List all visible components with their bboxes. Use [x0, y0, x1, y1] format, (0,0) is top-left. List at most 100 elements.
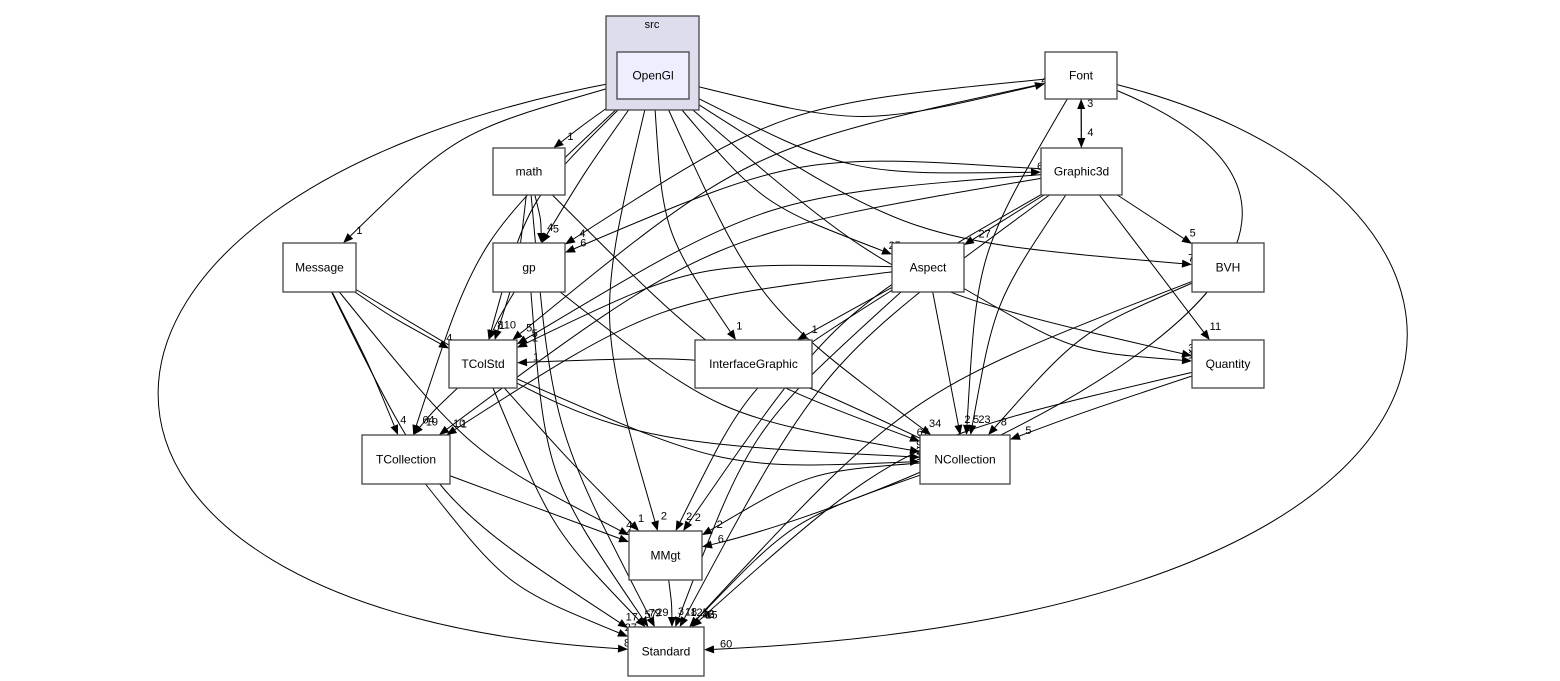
- edge-opengl-quantity[interactable]: 3: [679, 98, 1194, 358]
- node-mmgt[interactable]: MMgt: [628, 530, 703, 581]
- node-bvh[interactable]: BVH: [1191, 242, 1265, 293]
- node-font[interactable]: Font: [1044, 51, 1118, 100]
- edge-line: [672, 98, 883, 252]
- edge-label[interactable]: 3: [1087, 98, 1093, 110]
- edge-label[interactable]: 19: [426, 416, 438, 428]
- edge-opengl-interfacegraphic[interactable]: 1: [653, 98, 742, 340]
- arrowhead-icon: [390, 424, 399, 435]
- node-tcollection[interactable]: TCollection: [361, 434, 451, 485]
- edge-opengl-tcolstd[interactable]: 8: [487, 98, 630, 340]
- edge-ncollection-mmgt[interactable]: 2: [702, 462, 921, 536]
- edge-label[interactable]: 6: [580, 238, 586, 250]
- edge-quantity-ncollection[interactable]: 5: [1010, 375, 1193, 440]
- directory-dependency-graph: 4611512578136434287434556606275115102321…: [157, 15, 1408, 677]
- edge-opengl-font[interactable]: 4: [688, 75, 1047, 117]
- edge-label[interactable]: 4: [1087, 127, 1093, 139]
- edge-label[interactable]: 1: [356, 225, 362, 237]
- node-aspect[interactable]: Aspect: [891, 242, 965, 293]
- node-math[interactable]: math: [492, 147, 566, 196]
- edge-label[interactable]: 5: [1025, 425, 1031, 437]
- edge-graphic3d-tcollection[interactable]: 10: [439, 177, 1042, 435]
- arrowhead-icon: [565, 245, 576, 253]
- edge-aspect-quantity[interactable]: 13: [963, 288, 1200, 365]
- edge-tcolstd-ncollection[interactable]: 1: [516, 378, 922, 466]
- node-message[interactable]: Message: [282, 242, 357, 293]
- edge-label[interactable]: 2: [717, 519, 723, 531]
- node-graphic3d[interactable]: Graphic3d: [1040, 147, 1123, 196]
- node-tcolstd[interactable]: TColStd: [448, 339, 518, 389]
- node-interfacegraphic[interactable]: InterfaceGraphic: [694, 339, 813, 389]
- edge-tcolstd-tcollection[interactable]: 19: [413, 387, 458, 435]
- edge-opengl-graphic3d[interactable]: 61: [688, 93, 1049, 177]
- edge-label[interactable]: 5: [1190, 227, 1196, 239]
- node-standard[interactable]: Standard: [627, 626, 705, 677]
- edge-label[interactable]: 60: [720, 638, 732, 650]
- arrowhead-icon: [667, 616, 676, 627]
- edge-line: [683, 194, 1050, 619]
- edge-line: [355, 289, 911, 458]
- node-label: OpenGl: [632, 69, 673, 83]
- edge-label[interactable]: 4: [547, 222, 553, 234]
- node-label: TCollection: [376, 453, 436, 467]
- edge-label[interactable]: 11: [1210, 321, 1221, 333]
- edge-line: [698, 371, 1193, 621]
- edge-label[interactable]: 4: [400, 415, 406, 427]
- node-quantity[interactable]: Quantity: [1191, 339, 1265, 389]
- edge-gp-tcolstd[interactable]: 1: [488, 291, 515, 340]
- node-ncollection[interactable]: NCollection: [919, 434, 1011, 485]
- node-opengl[interactable]: OpenGl: [616, 51, 690, 100]
- arrowhead-icon: [512, 330, 523, 340]
- edge-label[interactable]: 2: [686, 511, 692, 523]
- edge-tcollection-standard[interactable]: 27: [425, 483, 637, 637]
- edge-label[interactable]: 2: [695, 512, 701, 524]
- arrowhead-icon: [1077, 99, 1086, 110]
- edge-label[interactable]: 18: [685, 607, 697, 619]
- edge-label[interactable]: 5: [553, 223, 559, 235]
- node-label: Font: [1069, 69, 1094, 83]
- edge-tcollection-mmgt[interactable]: 4: [449, 475, 632, 543]
- edge-line: [994, 282, 1193, 428]
- edge-quantity-standard[interactable]: 15: [691, 371, 1193, 627]
- edge-ncollection-standard[interactable]: 46: [689, 474, 921, 627]
- edge-label[interactable]: 2: [661, 510, 667, 522]
- arrowhead-icon: [651, 520, 659, 531]
- edge-graphic3d-bvh[interactable]: 5: [1117, 194, 1196, 244]
- edge-label[interactable]: 27: [978, 229, 990, 241]
- edge-label[interactable]: 3: [678, 606, 684, 618]
- edge-label[interactable]: 1: [532, 332, 538, 344]
- edge-label[interactable]: 10: [504, 319, 516, 331]
- edge-label[interactable]: 1: [567, 131, 573, 143]
- node-label: InterfaceGraphic: [709, 357, 798, 371]
- edge-line: [932, 291, 959, 426]
- edge-graphic3d-standard[interactable]: 1 2 5: [679, 194, 1050, 627]
- arrowhead-icon: [1200, 329, 1210, 340]
- arrowhead-icon: [553, 138, 564, 148]
- edge-label[interactable]: 1: [533, 351, 539, 363]
- edge-label[interactable]: 1: [736, 321, 742, 333]
- node-label: TColStd: [461, 357, 504, 371]
- node-label: Message: [295, 261, 344, 275]
- edge-label[interactable]: 1: [638, 513, 644, 525]
- edge-label[interactable]: 2: [964, 414, 970, 426]
- edge-label[interactable]: 6: [718, 534, 724, 546]
- edge-line: [530, 291, 644, 620]
- edge-message-mmgt[interactable]: 4: [338, 291, 632, 536]
- edge-line: [492, 387, 639, 621]
- node-label: Standard: [642, 645, 691, 659]
- edge-label[interactable]: 1: [812, 324, 818, 336]
- edge-opengl-mmgt[interactable]: 2: [608, 98, 667, 531]
- edge-line: [710, 462, 921, 531]
- edge-label[interactable]: 46: [702, 609, 714, 621]
- edge-opengl-message[interactable]: 1: [343, 85, 618, 243]
- edge-label[interactable]: 34: [929, 418, 941, 430]
- edge-message-tcolstd[interactable]: 4: [354, 291, 452, 349]
- arrowhead-icon: [726, 329, 736, 340]
- edge-aspect-tcolstd[interactable]: 1: [517, 264, 893, 348]
- edge-label[interactable]: 1: [461, 419, 467, 431]
- edge-label[interactable]: 1: [499, 320, 505, 332]
- edge-aspect-ncollection[interactable]: 2: [932, 291, 971, 435]
- edge-line: [679, 289, 893, 523]
- edge-label[interactable]: 57: [645, 609, 657, 621]
- node-gp[interactable]: gp: [492, 242, 566, 293]
- edge-graphic3d-aspect[interactable]: 27: [964, 194, 1045, 245]
